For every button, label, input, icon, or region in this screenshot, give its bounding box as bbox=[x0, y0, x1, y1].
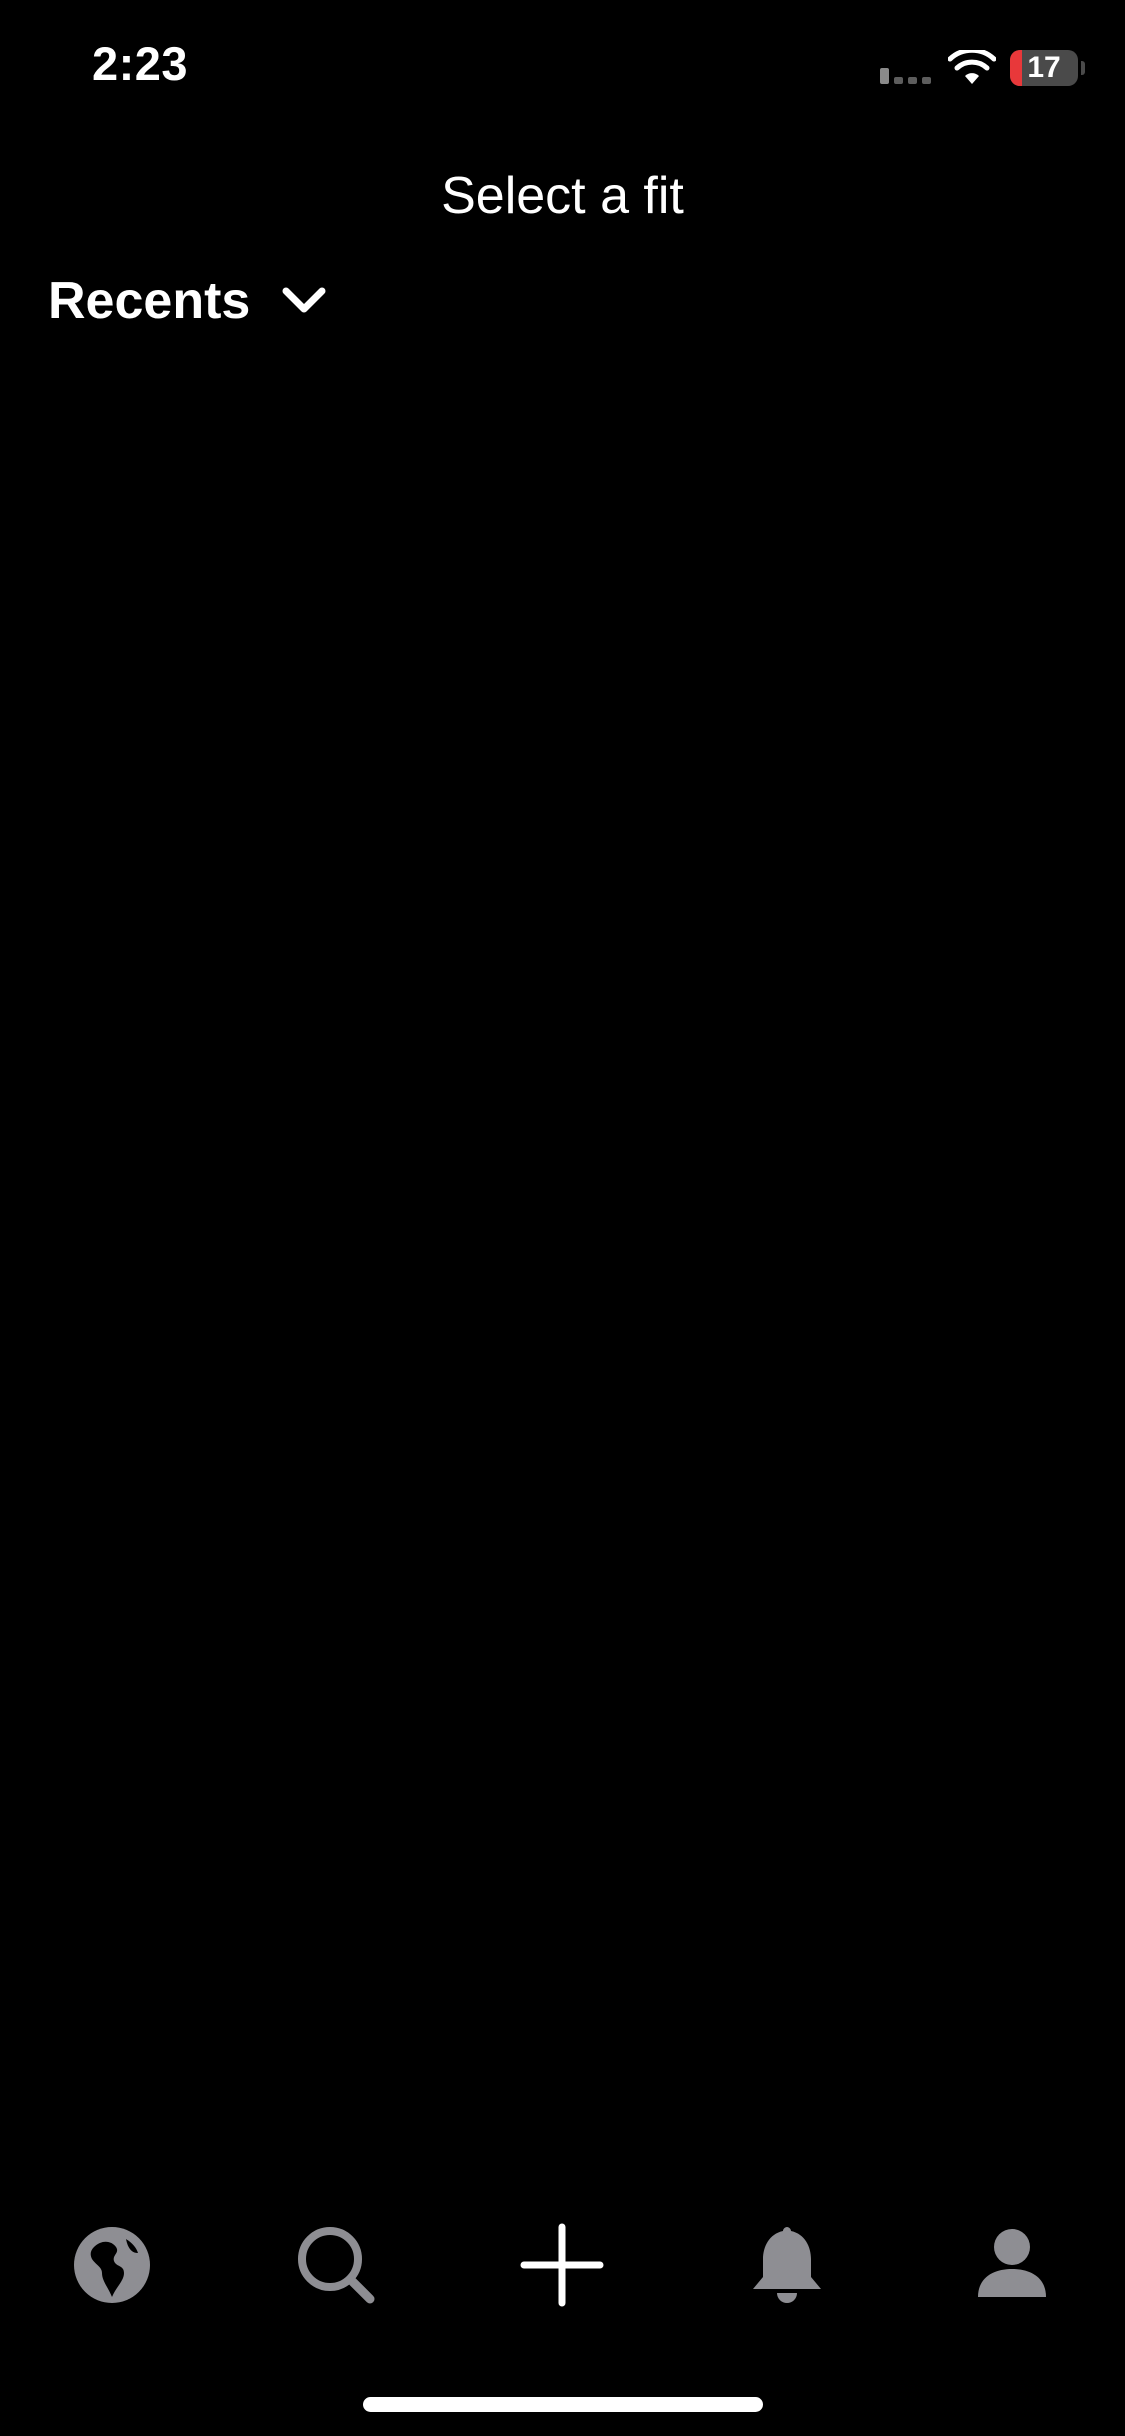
person-icon bbox=[978, 2229, 1046, 2297]
album-label: Recents bbox=[48, 272, 251, 330]
chevron-down-icon bbox=[282, 287, 326, 313]
album-selector[interactable]: Recents bbox=[48, 266, 328, 336]
tab-profile[interactable] bbox=[962, 2220, 1062, 2310]
tab-home[interactable] bbox=[62, 2220, 162, 2310]
status-bar: 2:23 17 bbox=[0, 0, 1125, 140]
status-time: 2:23 bbox=[92, 37, 189, 90]
page-title: Select a fit bbox=[441, 167, 684, 225]
tab-notifications[interactable] bbox=[737, 2220, 837, 2310]
battery-level: 17 bbox=[1027, 51, 1061, 84]
tab-bar bbox=[0, 2200, 1125, 2330]
cellular-signal-icon bbox=[880, 64, 936, 84]
tab-add[interactable] bbox=[512, 2220, 612, 2310]
plus-icon bbox=[520, 2223, 604, 2307]
wifi-icon bbox=[948, 50, 996, 84]
battery-icon: 17 bbox=[1010, 50, 1078, 86]
home-indicator bbox=[363, 2397, 763, 2412]
search-icon bbox=[298, 2227, 375, 2304]
bell-icon bbox=[753, 2227, 821, 2303]
photo-grid bbox=[0, 360, 1125, 2180]
battery-cap bbox=[1081, 61, 1085, 75]
globe-icon bbox=[74, 2227, 150, 2303]
tab-search[interactable] bbox=[286, 2220, 386, 2310]
